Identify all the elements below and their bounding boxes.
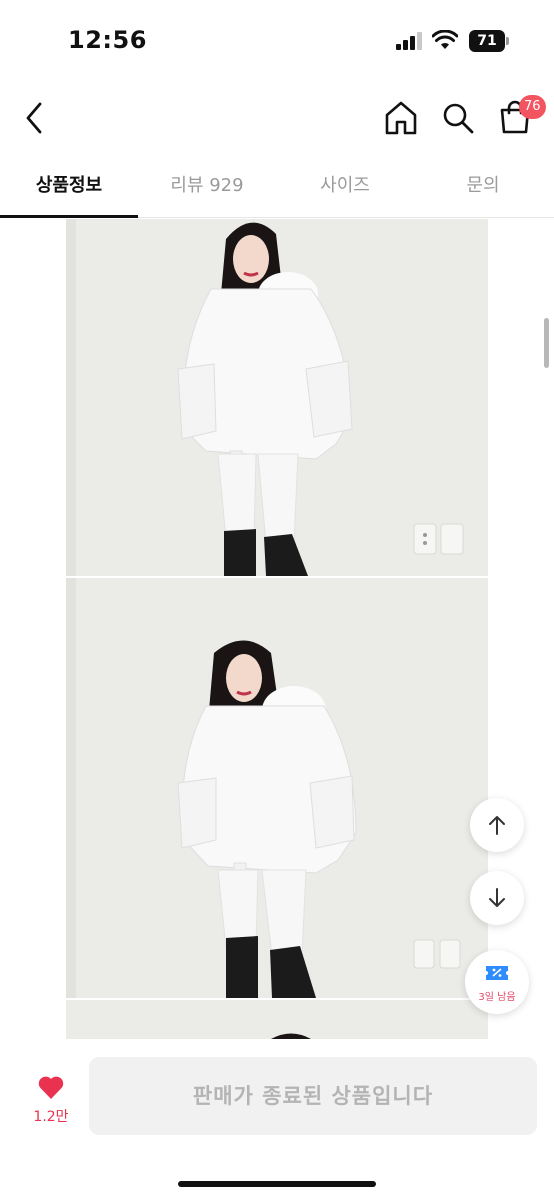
product-tabs: 상품정보 리뷰 929 사이즈 문의 — [0, 160, 554, 218]
sold-out-button: 판매가 종료된 상품입니다 — [89, 1057, 537, 1135]
home-indicator[interactable] — [178, 1181, 376, 1187]
coupon-button[interactable]: 3일 남음 — [465, 950, 529, 1014]
product-photo — [66, 1000, 488, 1039]
scrollbar-thumb[interactable] — [544, 318, 549, 368]
coupon-icon — [486, 966, 508, 980]
status-time: 12:56 — [68, 26, 147, 54]
heart-icon — [38, 1076, 64, 1099]
battery-indicator: 71 — [469, 30, 509, 52]
arrow-down-icon — [489, 888, 505, 907]
battery-cap — [506, 37, 509, 45]
bottom-action-bar: 1.2만 판매가 종료된 상품입니다 — [0, 1040, 554, 1200]
scroll-to-bottom-button[interactable] — [470, 871, 524, 925]
model-photo-image — [66, 578, 488, 998]
model-photo-image — [66, 1000, 488, 1039]
chevron-left-icon[interactable] — [18, 98, 54, 138]
product-photo — [66, 219, 488, 576]
search-icon[interactable] — [440, 100, 476, 136]
home-icon[interactable] — [382, 100, 420, 136]
model-photo-image — [66, 219, 488, 576]
like-button[interactable]: 1.2만 — [22, 1074, 82, 1134]
product-detail-content[interactable] — [0, 219, 554, 1039]
scroll-to-top-button[interactable] — [470, 798, 524, 852]
tab-size[interactable]: 사이즈 — [276, 160, 414, 218]
status-bar: 12:56 71 — [0, 0, 554, 80]
battery-level: 71 — [469, 30, 505, 52]
tab-inquiry[interactable]: 문의 — [414, 160, 552, 218]
product-photo — [66, 578, 488, 998]
cart-count-badge: 76 — [519, 95, 546, 119]
tab-product-info[interactable]: 상품정보 — [0, 160, 138, 218]
arrow-up-icon — [489, 816, 505, 835]
like-count: 1.2만 — [33, 1109, 69, 1125]
top-navigation: 76 — [0, 84, 554, 154]
tab-reviews[interactable]: 리뷰 929 — [138, 160, 276, 218]
wifi-icon — [432, 30, 458, 49]
active-tab-indicator — [0, 215, 138, 218]
coupon-remaining-label: 3일 남음 — [478, 992, 516, 1003]
cellular-signal-icon — [396, 32, 422, 50]
